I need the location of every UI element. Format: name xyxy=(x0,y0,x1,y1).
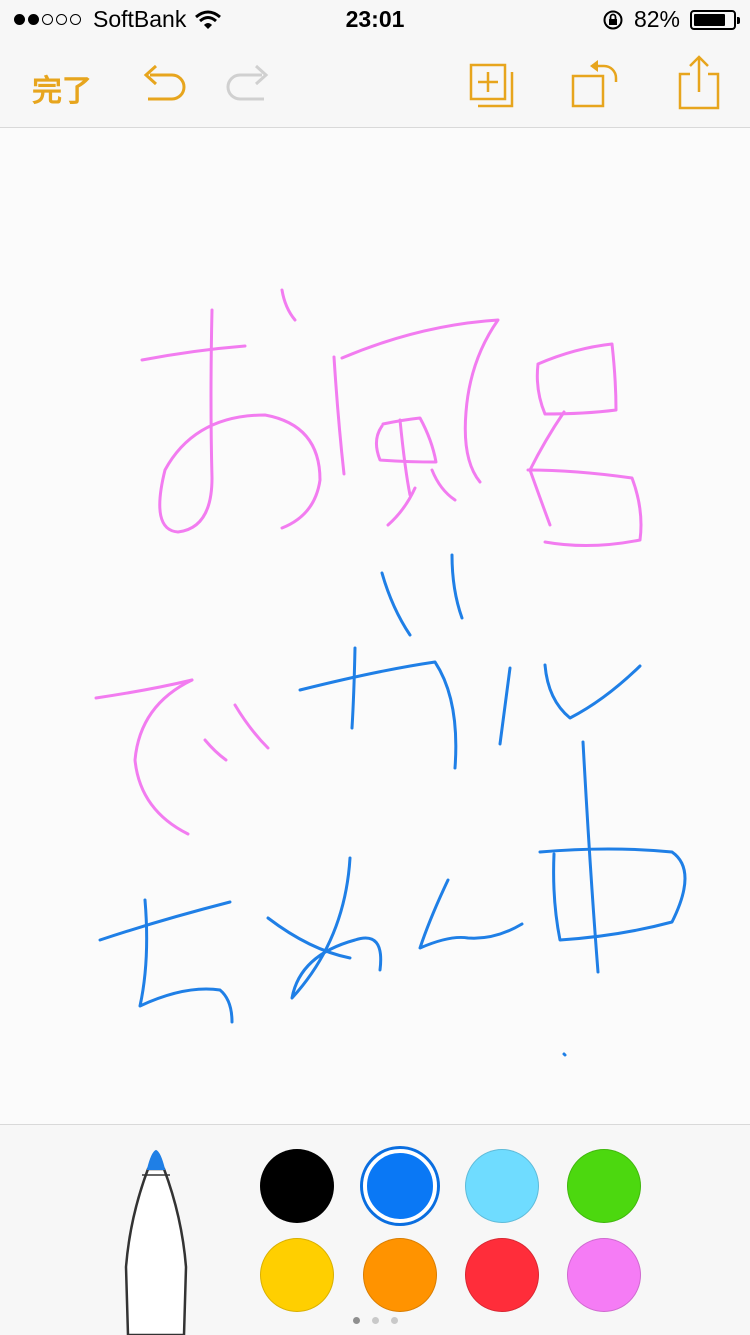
status-right: 82% xyxy=(602,6,740,33)
redo-icon[interactable] xyxy=(222,62,272,104)
color-swatch[interactable] xyxy=(567,1149,641,1223)
undo-icon[interactable] xyxy=(140,62,190,104)
battery-icon xyxy=(690,9,740,30)
color-swatch[interactable] xyxy=(567,1238,641,1312)
color-swatch[interactable] xyxy=(363,1238,437,1312)
add-page-icon[interactable] xyxy=(468,62,516,110)
color-swatch[interactable] xyxy=(465,1238,539,1312)
color-swatch[interactable] xyxy=(465,1149,539,1223)
color-swatch[interactable] xyxy=(260,1149,334,1223)
sketch-toolbar: 完了 xyxy=(0,40,750,128)
blue-handwriting xyxy=(98,553,687,1057)
battery-level xyxy=(694,13,726,26)
tool-palette xyxy=(0,1124,750,1335)
share-icon[interactable] xyxy=(676,54,722,110)
rotate-icon[interactable] xyxy=(568,58,622,112)
pen-tool-icon[interactable] xyxy=(118,1147,194,1335)
done-button[interactable]: 完了 xyxy=(32,66,92,110)
page-dot xyxy=(371,1317,379,1324)
drawing-canvas[interactable] xyxy=(0,128,750,1124)
battery-percent: 82% xyxy=(633,6,680,32)
rotation-lock-icon xyxy=(603,10,623,29)
page-dot xyxy=(390,1317,398,1324)
page-indicator xyxy=(0,1317,750,1324)
status-bar: SoftBank 23:01 82% xyxy=(0,0,750,40)
color-swatch[interactable] xyxy=(363,1149,437,1223)
page-dot xyxy=(352,1317,360,1324)
pink-handwriting xyxy=(94,288,643,836)
color-swatch[interactable] xyxy=(260,1238,334,1312)
